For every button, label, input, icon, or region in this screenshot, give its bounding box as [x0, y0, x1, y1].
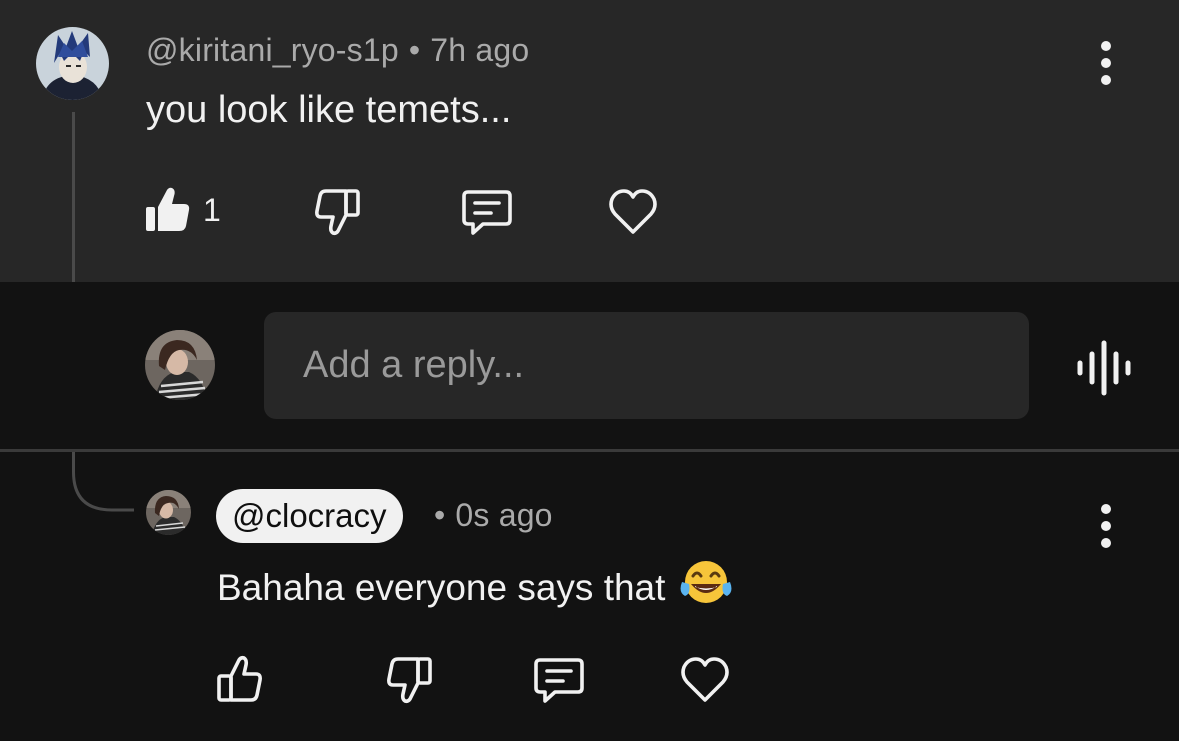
- dot: [1101, 538, 1111, 548]
- avatar[interactable]: [36, 27, 109, 100]
- dot: [1101, 58, 1111, 68]
- dot: [1101, 41, 1111, 51]
- heart-button[interactable]: [607, 188, 659, 236]
- reply-button[interactable]: [461, 188, 513, 236]
- author-handle-chip[interactable]: @clocracy: [216, 489, 403, 543]
- dislike-button[interactable]: [313, 188, 361, 236]
- parent-comment: @kiritani_ryo-s1p • 7h ago you look like t…: [0, 0, 1179, 282]
- comments-screen: @kiritani_ryo-s1p • 7h ago you look like t…: [0, 0, 1179, 741]
- thumbs-up-icon: [145, 186, 191, 234]
- reply-comment-body: Bahaha everyone says that: [217, 558, 733, 615]
- meta-separator: •: [408, 32, 421, 68]
- thumbs-down-icon: [313, 188, 361, 236]
- author-handle[interactable]: @kiritani_ryo-s1p: [146, 32, 399, 68]
- dot: [1101, 504, 1111, 514]
- heart-button[interactable]: [679, 656, 731, 704]
- like-count: 1: [203, 191, 221, 228]
- voice-search-icon: [1076, 340, 1132, 396]
- avatar[interactable]: [146, 490, 191, 535]
- thread-line: [72, 112, 75, 282]
- reply-button[interactable]: [533, 656, 585, 704]
- timestamp[interactable]: 0s ago: [455, 497, 552, 533]
- thread-connector: [72, 452, 134, 512]
- like-button[interactable]: [216, 655, 264, 703]
- comment-text: you look like temets...: [146, 89, 512, 131]
- comment-meta: • 0s ago: [434, 497, 553, 534]
- timestamp[interactable]: 7h ago: [430, 32, 529, 68]
- more-options-button[interactable]: [1086, 33, 1126, 93]
- reply-comment-icon: [533, 656, 585, 704]
- dot: [1101, 75, 1111, 85]
- comment-meta: @kiritani_ryo-s1p • 7h ago: [146, 32, 529, 69]
- comment-text: Bahaha everyone says that: [217, 567, 666, 608]
- heart-icon: [679, 656, 731, 704]
- heart-icon: [607, 188, 659, 236]
- voice-input-button[interactable]: [1076, 340, 1132, 396]
- avatar[interactable]: [145, 330, 215, 400]
- thumbs-up-icon: [216, 655, 264, 703]
- more-options-button[interactable]: [1086, 496, 1126, 556]
- thumbs-down-icon: [385, 656, 433, 704]
- face-with-tears-of-joy-emoji: [679, 558, 733, 615]
- dot: [1101, 521, 1111, 531]
- dislike-button[interactable]: [385, 656, 433, 704]
- meta-separator: •: [434, 497, 446, 533]
- reply-input-box[interactable]: [264, 312, 1029, 419]
- like-button[interactable]: 1: [145, 186, 221, 234]
- divider: [0, 449, 1179, 452]
- reply-comment-icon: [461, 188, 513, 236]
- reply-input[interactable]: [301, 343, 992, 388]
